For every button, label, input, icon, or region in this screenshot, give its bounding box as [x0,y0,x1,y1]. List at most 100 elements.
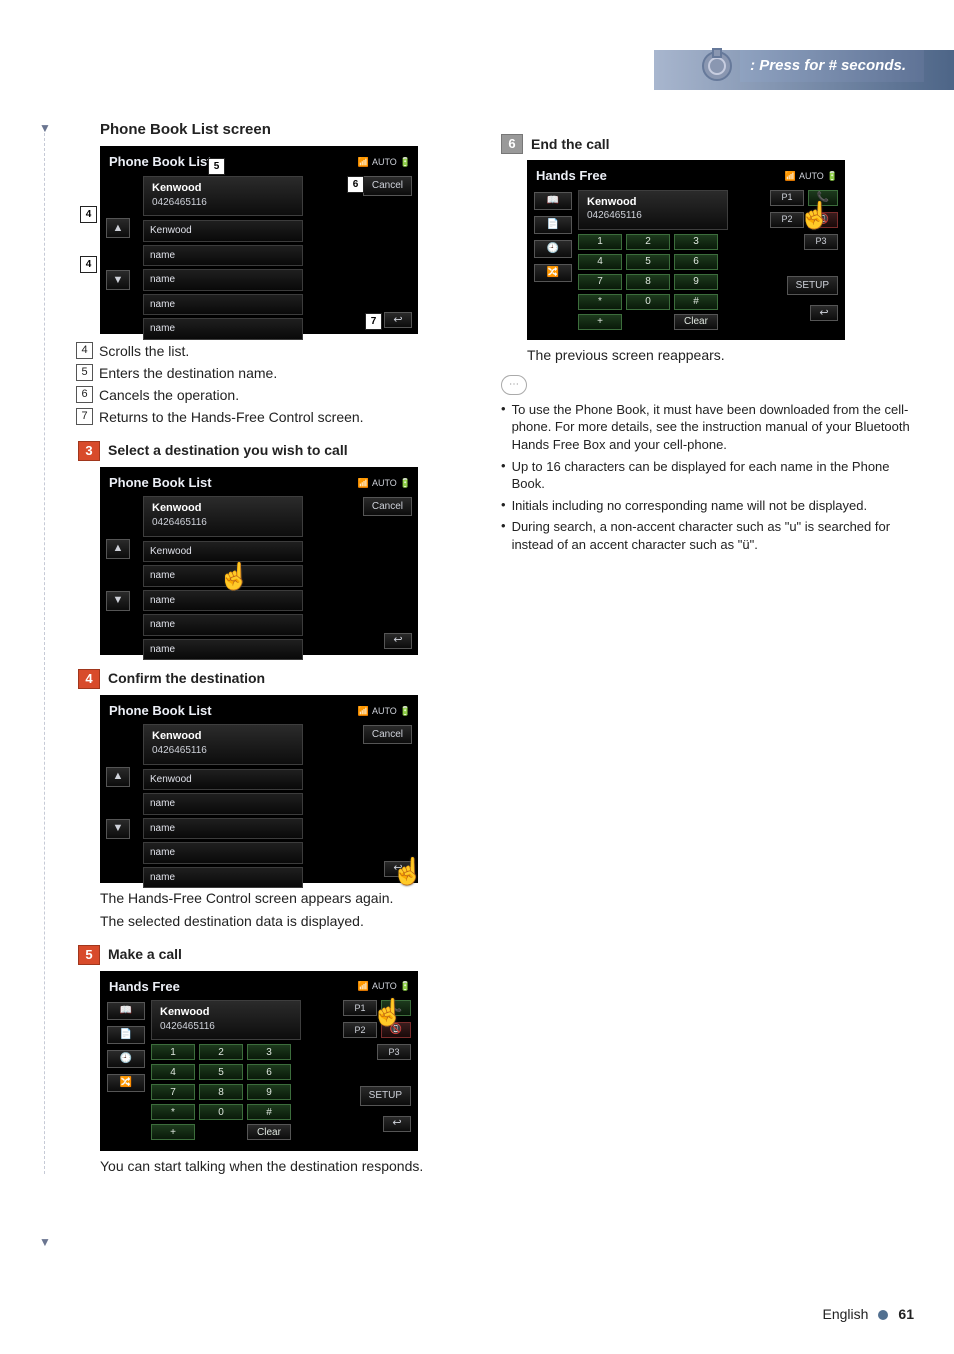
dial-keypad: 1 2 3 4 5 6 7 8 9 * 0 # + Clear [578,234,728,330]
return-button[interactable]: ↩ [384,861,412,877]
scroll-up-button[interactable]: ▲ [106,218,130,238]
step-number: 5 [78,945,100,965]
key-7[interactable]: 7 [151,1084,195,1100]
key-star[interactable]: * [151,1104,195,1120]
key-hash[interactable]: # [247,1104,291,1120]
scroll-down-button[interactable]: ▼ [106,270,130,290]
legend-text: Cancels the operation. [99,386,239,405]
cancel-button[interactable]: Cancel [363,725,412,745]
phonebook-button[interactable]: 📖 [534,192,572,210]
preset-p2[interactable]: P2 [770,212,804,228]
key-3[interactable]: 3 [247,1044,291,1060]
memo-button[interactable]: 📄 [107,1026,145,1044]
return-button[interactable]: ↩ [383,1116,411,1132]
step-text: The previous screen reappears. [501,346,914,365]
list-item[interactable]: name [143,269,303,291]
list-item[interactable]: name [143,565,303,587]
list-item[interactable]: name [143,590,303,612]
scroll-up-button[interactable]: ▲ [106,539,130,559]
contact-number: 0426465116 [587,209,721,223]
key-2[interactable]: 2 [199,1044,243,1060]
list-item[interactable]: name [143,614,303,636]
contact-name: Kenwood [587,195,721,210]
list-item[interactable]: Kenwood [143,541,303,563]
cancel-button[interactable]: Cancel [363,497,412,517]
key-hash[interactable]: # [674,294,718,310]
scroll-up-button[interactable]: ▲ [106,767,130,787]
list-item[interactable]: name [143,793,303,815]
step-title: Make a call [108,945,182,964]
preset-p3[interactable]: P3 [804,234,838,250]
setup-button[interactable]: SETUP [787,276,838,296]
list-item[interactable]: name [143,294,303,316]
key-clear[interactable]: Clear [674,314,718,330]
call-button[interactable]: 📞 [381,1000,411,1016]
preset-p1[interactable]: P1 [343,1000,377,1016]
key-9[interactable]: 9 [674,274,718,290]
key-4[interactable]: 4 [151,1064,195,1080]
return-button[interactable]: ↩ [384,633,412,649]
history-button[interactable]: 🕘 [107,1050,145,1068]
preset-p1[interactable]: P1 [770,190,804,206]
return-button[interactable]: ↩ [384,312,412,328]
battery-icon: 🔋 [400,705,411,717]
key-7[interactable]: 7 [578,274,622,290]
key-9[interactable]: 9 [247,1084,291,1100]
key-plus[interactable]: + [578,314,622,330]
key-4[interactable]: 4 [578,254,622,270]
key-8[interactable]: 8 [199,1084,243,1100]
memo-button[interactable]: 📄 [534,216,572,234]
screen-title: Hands Free [109,978,180,996]
call-button[interactable]: 📞 [808,190,838,206]
contact-name: Kenwood [152,501,296,516]
step-number: 4 [78,669,100,689]
history-button[interactable]: 🕘 [534,240,572,258]
scroll-down-button[interactable]: ▼ [106,819,130,839]
preset-p2[interactable]: P2 [343,1022,377,1038]
screen-title: Phone Book List [109,153,212,171]
list-item[interactable]: name [143,818,303,840]
top-bar-label: : Press for # seconds. [740,50,924,82]
key-5[interactable]: 5 [626,254,670,270]
key-0[interactable]: 0 [199,1104,243,1120]
key-6[interactable]: 6 [674,254,718,270]
key-plus[interactable]: + [151,1124,195,1140]
cancel-button[interactable]: Cancel [363,176,412,196]
setup-button[interactable]: SETUP [360,1086,411,1106]
scroll-down-button[interactable]: ▼ [106,591,130,611]
list-item[interactable]: name [143,639,303,661]
phonebook-button[interactable]: 📖 [107,1002,145,1020]
list-item[interactable]: name [143,245,303,267]
key-2[interactable]: 2 [626,234,670,250]
key-1[interactable]: 1 [578,234,622,250]
key-5[interactable]: 5 [199,1064,243,1080]
battery-icon: 🔋 [827,170,838,182]
list-item[interactable]: name [143,867,303,889]
step-text: You can start talking when the destinati… [60,1157,473,1176]
list-item[interactable]: name [143,318,303,340]
switch-button[interactable]: 🔀 [107,1074,145,1092]
end-call-button[interactable]: 📵 [381,1022,411,1038]
auto-icon: AUTO [372,156,397,168]
list-item[interactable]: Kenwood [143,220,303,242]
legend-num: 4 [76,342,93,359]
status-icons: 📶 AUTO 🔋 [785,170,838,182]
return-button[interactable]: ↩ [810,305,838,321]
key-6[interactable]: 6 [247,1064,291,1080]
switch-button[interactable]: 🔀 [534,264,572,282]
battery-icon: 🔋 [400,477,411,489]
key-clear[interactable]: Clear [247,1124,291,1140]
list-item[interactable]: Kenwood [143,769,303,791]
list-item[interactable]: name [143,842,303,864]
end-call-button[interactable]: 📵 [808,212,838,228]
legend-text: Scrolls the list. [99,342,189,361]
preset-p3[interactable]: P3 [377,1044,411,1060]
key-star[interactable]: * [578,294,622,310]
key-1[interactable]: 1 [151,1044,195,1060]
key-8[interactable]: 8 [626,274,670,290]
key-3[interactable]: 3 [674,234,718,250]
press-hold-icon [702,51,732,81]
key-0[interactable]: 0 [626,294,670,310]
contact-name: Kenwood [152,729,296,744]
selected-contact: Kenwood 0426465116 [143,176,303,216]
